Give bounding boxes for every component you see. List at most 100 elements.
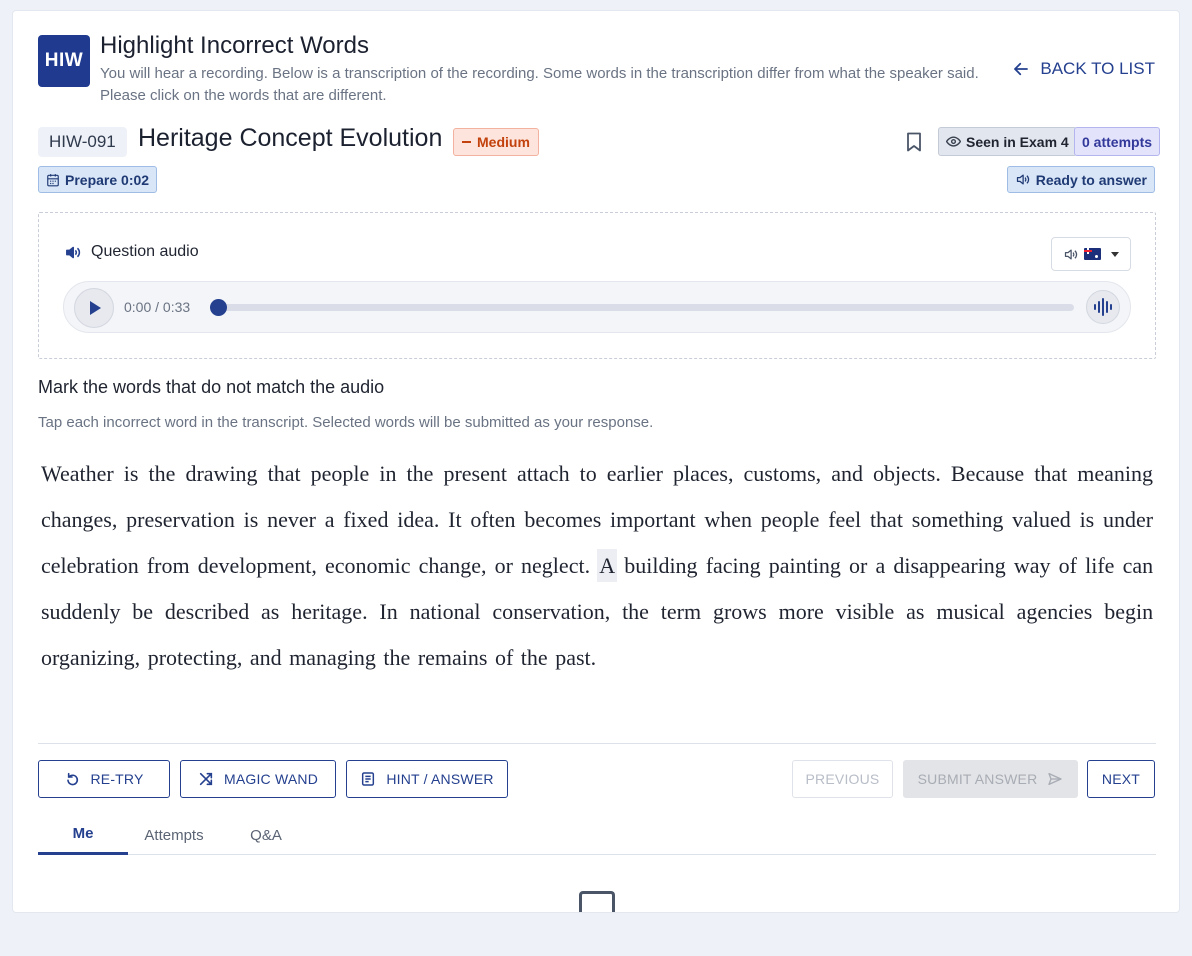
transcript-word[interactable]: neglect.	[520, 551, 591, 580]
transcript-word[interactable]: the	[406, 459, 435, 488]
transcript-word[interactable]: to	[579, 459, 598, 488]
transcript-word[interactable]: when	[703, 505, 753, 534]
transcript-word[interactable]: the	[621, 597, 650, 626]
transcript-word[interactable]: objects.	[872, 459, 942, 488]
transcript-word[interactable]: conservation,	[491, 597, 611, 626]
transcript-word[interactable]: the	[382, 643, 411, 672]
transcript-word[interactable]: Because	[950, 459, 1025, 488]
transcript-word[interactable]: and	[830, 459, 864, 488]
transcript-word[interactable]: begin	[1103, 597, 1154, 626]
transcript-word[interactable]: more	[778, 597, 825, 626]
transcript-word[interactable]: is	[123, 459, 140, 488]
transcript-word[interactable]: as	[260, 597, 280, 626]
transcript-word[interactable]: economic	[324, 551, 412, 580]
prepare-timer-badge: Prepare 0:02	[38, 166, 158, 193]
transcript-word[interactable]: meaning	[1076, 459, 1154, 488]
transcript-word[interactable]: a	[874, 551, 886, 580]
previous-button[interactable]: PREVIOUS	[792, 760, 893, 798]
transcript-word[interactable]: preservation	[125, 505, 236, 534]
voice-accent-select[interactable]	[1051, 237, 1131, 271]
transcript-word[interactable]: term	[660, 597, 702, 626]
transcript-word[interactable]: is	[1079, 505, 1096, 534]
transcript-word[interactable]: can	[1122, 551, 1155, 580]
transcript-word[interactable]: is	[243, 505, 260, 534]
transcript-word[interactable]: way	[1013, 551, 1052, 580]
transcript-word[interactable]: of	[494, 643, 514, 672]
transcript-word[interactable]: the	[520, 643, 549, 672]
transcript-word[interactable]: be	[131, 597, 154, 626]
transcript-word[interactable]: agencies	[1016, 597, 1094, 626]
transcript-word[interactable]: becomes	[523, 505, 602, 534]
transcript-word[interactable]: described	[164, 597, 250, 626]
audio-progress-knob[interactable]	[210, 299, 227, 316]
transcript-word[interactable]: visible	[835, 597, 896, 626]
transcript-word[interactable]: people	[310, 459, 371, 488]
transcript-word[interactable]: It	[447, 505, 462, 534]
transcript-word[interactable]: or	[494, 551, 514, 580]
transcript-word[interactable]: that	[267, 459, 302, 488]
transcript-word[interactable]: changes,	[40, 505, 118, 534]
transcript-word[interactable]: development,	[197, 551, 318, 580]
transcript-word[interactable]: earlier	[606, 459, 664, 488]
bookmark-icon[interactable]	[906, 132, 922, 152]
transcript-word[interactable]: in	[378, 459, 397, 488]
magic-wand-button[interactable]: MAGIC WAND	[180, 760, 336, 798]
transcript-word[interactable]: never	[266, 505, 317, 534]
play-button[interactable]	[74, 288, 114, 328]
retry-button[interactable]: RE-TRY	[38, 760, 170, 798]
transcript-word[interactable]: valued	[1011, 505, 1072, 534]
transcript-word[interactable]: from	[146, 551, 191, 580]
back-to-list-link[interactable]: BACK TO LIST	[1012, 59, 1155, 79]
transcript-word[interactable]: fixed	[342, 505, 389, 534]
transcript-word[interactable]: disappearing	[892, 551, 1006, 580]
transcript-word[interactable]: that	[1033, 459, 1068, 488]
next-button[interactable]: NEXT	[1087, 760, 1155, 798]
transcript-word[interactable]: protecting,	[147, 643, 244, 672]
transcript-word[interactable]: suddenly	[40, 597, 121, 626]
transcript-word[interactable]: places,	[672, 459, 734, 488]
transcript-word[interactable]: celebration	[40, 551, 140, 580]
transcript-word[interactable]: heritage.	[290, 597, 368, 626]
transcript-word[interactable]: past.	[554, 643, 597, 672]
transcript-word[interactable]: people	[760, 505, 821, 534]
transcript-word[interactable]: feel	[827, 505, 862, 534]
transcript-word[interactable]: musical	[935, 597, 1005, 626]
transcript-word[interactable]: building	[623, 551, 698, 580]
transcript-word[interactable]: grows	[712, 597, 768, 626]
transcript-word[interactable]: that	[869, 505, 904, 534]
transcript-word[interactable]: life	[1084, 551, 1115, 580]
transcript-word[interactable]: customs,	[743, 459, 823, 488]
transcript-word[interactable]: idea.	[396, 505, 440, 534]
transcript-word[interactable]: organizing,	[40, 643, 141, 672]
transcript-word[interactable]: remains	[417, 643, 489, 672]
transcript-word[interactable]: managing	[288, 643, 377, 672]
waveform-button[interactable]	[1086, 290, 1120, 324]
transcript-word[interactable]: of	[1058, 551, 1078, 580]
transcript-word[interactable]: under	[1102, 505, 1154, 534]
transcript-word[interactable]: A	[597, 549, 618, 582]
transcript-word[interactable]: often	[469, 505, 516, 534]
transcript-word[interactable]: attach	[516, 459, 571, 488]
tab-attempts[interactable]: Attempts	[136, 815, 212, 855]
transcript-word[interactable]: or	[848, 551, 868, 580]
transcript-word[interactable]: present	[442, 459, 508, 488]
transcript-word[interactable]: the	[148, 459, 177, 488]
audio-progress-track[interactable]	[214, 304, 1074, 311]
transcript-word[interactable]: a	[324, 505, 336, 534]
transcript-word[interactable]: as	[905, 597, 925, 626]
transcript-word[interactable]: change,	[418, 551, 488, 580]
previous-label: PREVIOUS	[805, 771, 880, 787]
tab-qa[interactable]: Q&A	[238, 815, 294, 855]
submit-answer-button[interactable]: SUBMIT ANSWER	[903, 760, 1078, 798]
transcript-word[interactable]: something	[911, 505, 1005, 534]
transcript-word[interactable]: drawing	[184, 459, 258, 488]
transcript-word[interactable]: facing	[705, 551, 762, 580]
transcript-word[interactable]: and	[249, 643, 283, 672]
hint-answer-button[interactable]: HINT / ANSWER	[346, 760, 508, 798]
transcript-word[interactable]: painting	[768, 551, 842, 580]
transcript-word[interactable]: In	[378, 597, 398, 626]
transcript-word[interactable]: important	[609, 505, 697, 534]
transcript-word[interactable]: Weather	[40, 459, 115, 488]
transcript-word[interactable]: national	[409, 597, 482, 626]
tab-me[interactable]: Me	[38, 815, 128, 855]
